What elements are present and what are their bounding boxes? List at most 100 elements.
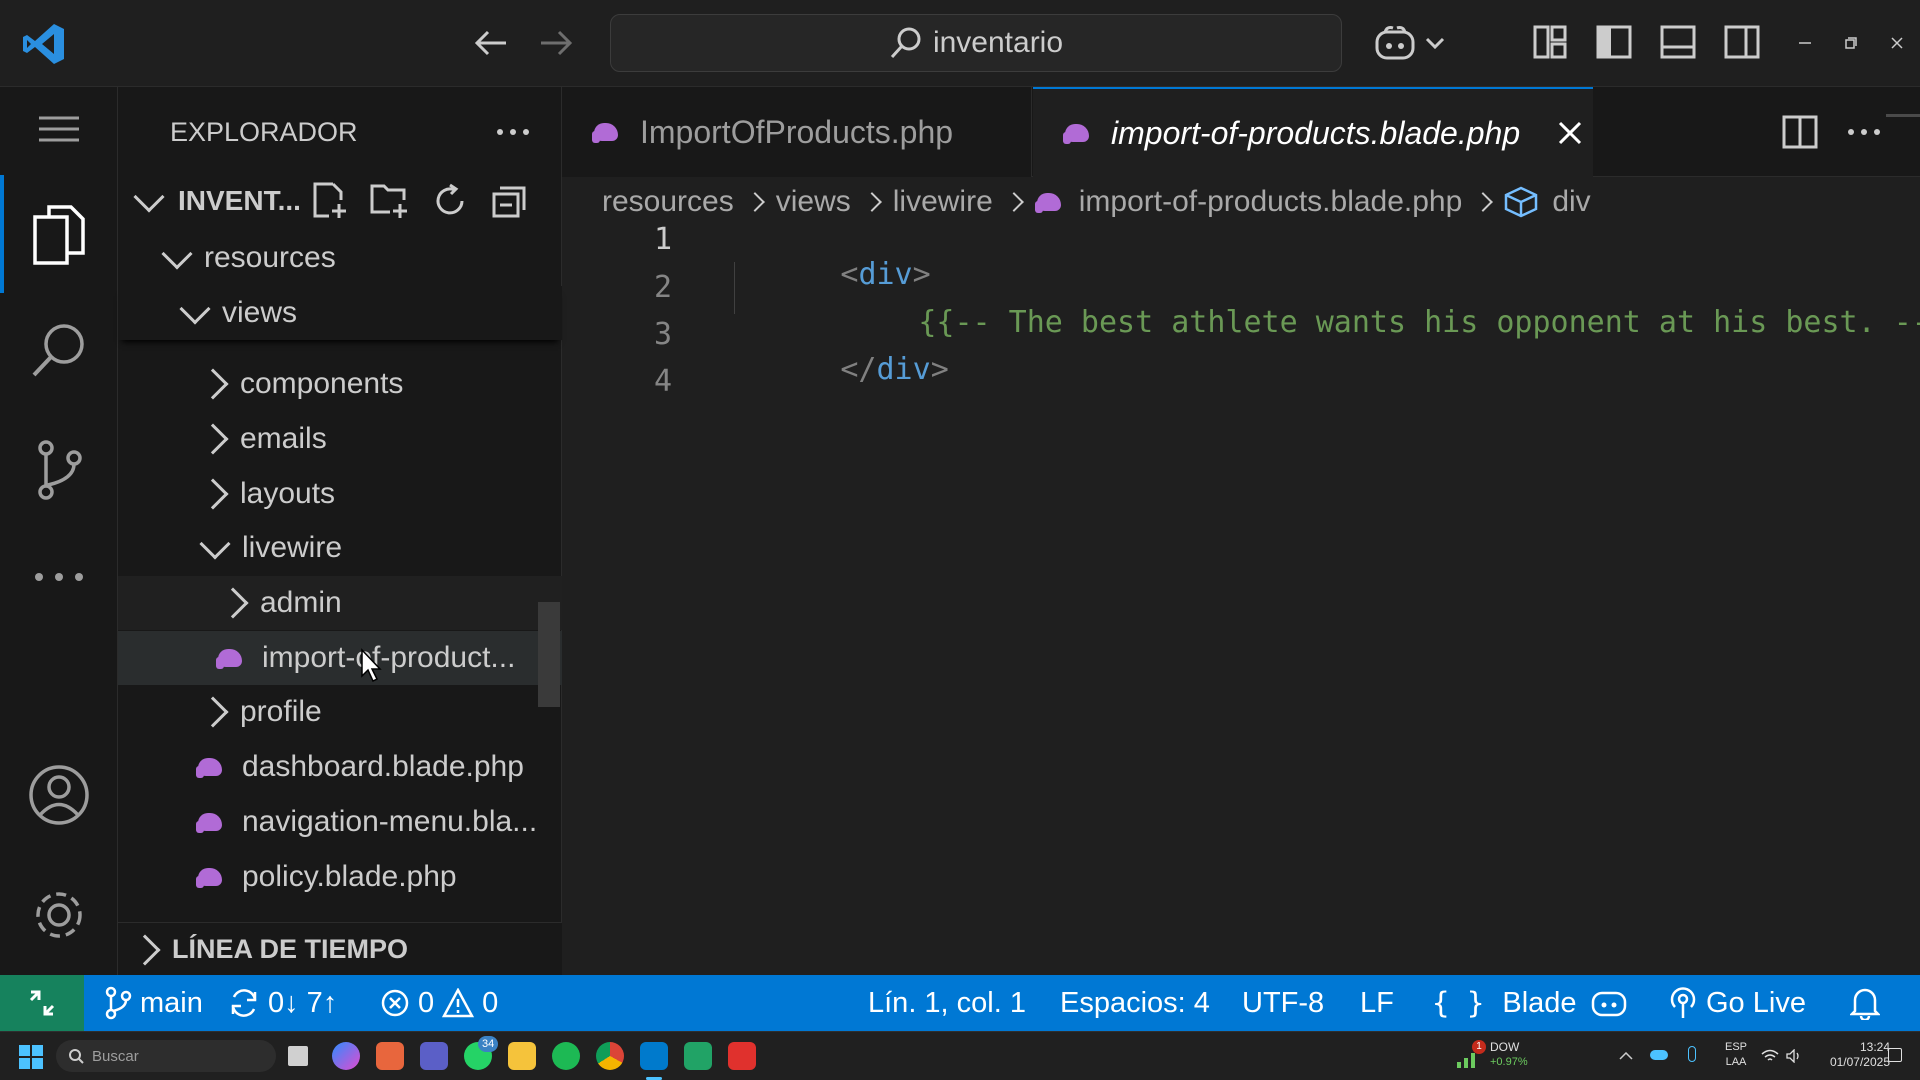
file-navigation-menu[interactable]: navigation-menu.bla...	[118, 795, 562, 849]
close-window-icon[interactable]	[1882, 30, 1912, 56]
back-arrow-icon[interactable]	[470, 22, 512, 64]
app-icon-red[interactable]	[728, 1042, 756, 1070]
search-icon[interactable]	[24, 312, 94, 388]
microphone-icon[interactable]	[1688, 1046, 1696, 1062]
blade-comment: {{-- The best athlete wants his opponent…	[918, 305, 1920, 340]
copilot-dropdown-chevron-icon[interactable]	[1420, 30, 1450, 56]
taskbar-search[interactable]: Buscar	[56, 1040, 276, 1072]
timeline-section-header[interactable]: LÍNEA DE TIEMPO	[118, 922, 562, 976]
folder-layouts[interactable]: layouts	[118, 467, 562, 521]
minimap-slider[interactable]	[1886, 114, 1920, 117]
folder-emails[interactable]: emails	[118, 412, 562, 466]
command-center-search[interactable]: inventario	[610, 14, 1342, 72]
breadcrumb-item[interactable]: views	[776, 185, 851, 219]
file-import-of-products[interactable]: import-of-product...	[118, 631, 562, 685]
folder-profile[interactable]: profile	[118, 685, 562, 739]
explorer-title: EXPLORADOR	[170, 117, 358, 147]
toggle-panel-icon[interactable]	[1658, 22, 1698, 62]
copilot-icon[interactable]	[1370, 20, 1420, 66]
indent-guide	[734, 262, 735, 314]
file-explorer-icon[interactable]	[508, 1042, 536, 1070]
folder-components[interactable]: components	[118, 357, 562, 411]
explorer-icon[interactable]	[24, 197, 94, 273]
explorer-sidebar: EXPLORADOR INVENT... resources views aut…	[118, 87, 562, 976]
remote-indicator[interactable]	[0, 975, 84, 1031]
go-live-button[interactable]: Go Live	[1668, 975, 1806, 1031]
chevron-down-icon	[161, 238, 193, 270]
clock[interactable]: 13:24 01/07/2025	[1810, 1040, 1890, 1070]
copilot-app-icon[interactable]	[332, 1042, 360, 1070]
source-control-icon[interactable]	[24, 432, 94, 508]
language-mode[interactable]: { } Blade	[1432, 975, 1577, 1031]
chrome-icon[interactable]	[596, 1042, 624, 1070]
file-dashboard[interactable]: dashboard.blade.php	[118, 740, 562, 794]
notification-center-icon[interactable]	[1888, 1048, 1902, 1062]
menu-icon[interactable]	[30, 109, 88, 149]
tab-import-of-products-blade[interactable]: import-of-products.blade.php	[1033, 87, 1593, 177]
line-number: 1	[653, 222, 672, 257]
folder-resources[interactable]: resources	[118, 231, 562, 285]
tab-import-of-products-php[interactable]: ImportOfProducts.php	[562, 87, 1032, 177]
folder-views[interactable]: views	[118, 286, 562, 340]
accounts-icon[interactable]	[24, 757, 94, 833]
folder-admin[interactable]: admin	[118, 576, 562, 630]
explorer-more-actions-icon[interactable]	[488, 117, 538, 147]
restore-window-icon[interactable]	[1836, 30, 1866, 56]
volume-icon[interactable]	[1784, 1046, 1804, 1066]
minimize-window-icon[interactable]	[1790, 30, 1820, 56]
refresh-explorer-icon[interactable]	[428, 181, 472, 221]
tree-scrollbar[interactable]	[538, 602, 560, 707]
branch-status[interactable]: main	[104, 975, 203, 1031]
toggle-secondary-sidebar-icon[interactable]	[1722, 22, 1762, 62]
editor-more-actions-icon[interactable]	[1842, 117, 1886, 147]
problems-status[interactable]: 0 0	[380, 975, 498, 1031]
wifi-icon[interactable]	[1760, 1046, 1780, 1066]
tray-overflow-chevron-icon[interactable]	[1616, 1046, 1636, 1066]
chevron-down-icon	[179, 293, 211, 325]
new-file-icon[interactable]	[308, 181, 352, 221]
encoding-status[interactable]: UTF-8	[1242, 975, 1324, 1031]
stock-widget[interactable]: 1 DOW +0.97%	[1456, 1038, 1536, 1074]
toggle-primary-sidebar-icon[interactable]	[1594, 22, 1634, 62]
error-icon	[381, 989, 409, 1017]
breadcrumb-item[interactable]: livewire	[893, 185, 993, 219]
sync-counts: 0↓ 7↑	[268, 986, 338, 1019]
breadcrumb-item[interactable]: div	[1552, 185, 1590, 219]
indentation-status[interactable]: Espacios: 4	[1060, 975, 1210, 1031]
language-label: Blade	[1502, 986, 1577, 1019]
breadcrumb-item[interactable]: import-of-products.blade.php	[1079, 185, 1463, 219]
app-icon-green[interactable]	[684, 1042, 712, 1070]
teams-icon[interactable]	[420, 1042, 448, 1070]
new-folder-icon[interactable]	[368, 181, 412, 221]
split-editor-icon[interactable]	[1778, 111, 1822, 153]
close-tab-icon[interactable]	[1558, 121, 1582, 145]
customize-layout-icon[interactable]	[1530, 22, 1570, 62]
vscode-logo-icon	[18, 18, 70, 70]
file-policy[interactable]: policy.blade.php	[118, 850, 562, 904]
whatsapp-badge: 34	[478, 1036, 499, 1052]
mouse-cursor-icon	[360, 648, 386, 689]
spotify-icon[interactable]	[552, 1042, 580, 1070]
forward-arrow-icon[interactable]	[535, 22, 577, 64]
code-editor[interactable]: 1 <div> 2 {{-- The best athlete wants hi…	[562, 114, 1920, 975]
breadcrumb-item[interactable]: resources	[602, 185, 734, 219]
folder-livewire[interactable]: livewire	[118, 521, 562, 575]
vscode-taskbar-icon[interactable]	[640, 1042, 668, 1070]
tag-bracket: >	[930, 352, 949, 387]
copilot-status[interactable]	[1590, 975, 1628, 1031]
language-indicator[interactable]: ESP LAA	[1716, 1040, 1756, 1070]
settings-gear-icon[interactable]	[24, 877, 94, 953]
task-view-icon[interactable]	[288, 1046, 308, 1066]
taskbar-search-placeholder: Buscar	[92, 1047, 139, 1065]
blade-file-icon	[196, 866, 226, 888]
onedrive-icon[interactable]	[1650, 1050, 1668, 1060]
stock-name: DOW	[1490, 1040, 1520, 1054]
app-icon-orange[interactable]	[376, 1042, 404, 1070]
windows-start-icon[interactable]	[18, 1044, 44, 1070]
notifications-bell[interactable]	[1850, 975, 1880, 1031]
eol-status[interactable]: LF	[1360, 975, 1394, 1031]
collapse-folders-icon[interactable]	[488, 181, 532, 221]
more-views-icon[interactable]	[24, 552, 94, 602]
sync-status[interactable]: 0↓ 7↑	[228, 975, 337, 1031]
cursor-position[interactable]: Lín. 1, col. 1	[868, 975, 1026, 1031]
